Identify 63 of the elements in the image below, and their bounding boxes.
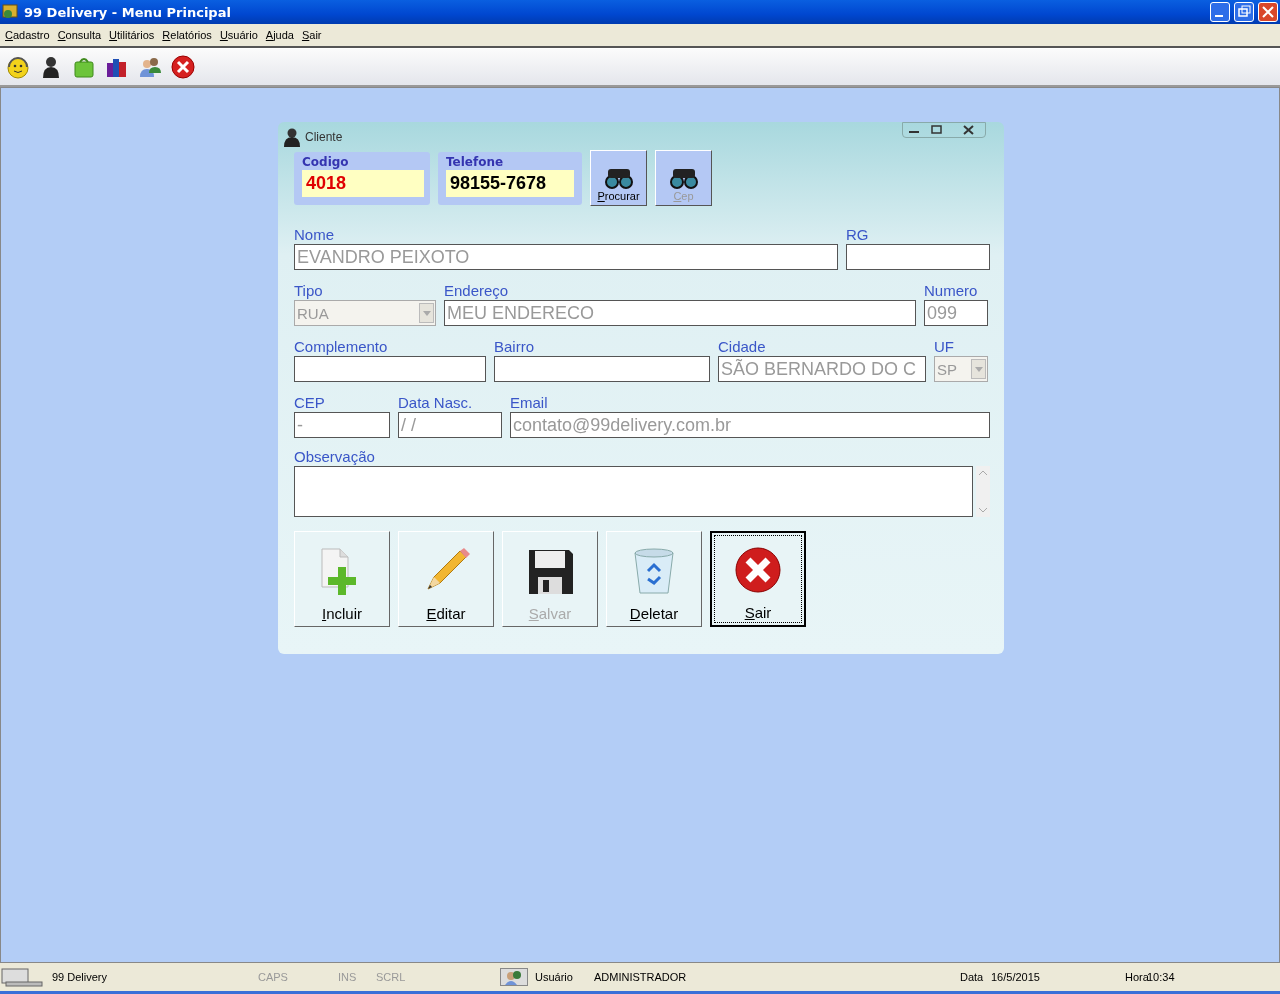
status-text: 99 Delivery [52,971,109,983]
menu-item[interactable]: Relatórios [159,29,215,41]
menu-item[interactable]: Sair [298,29,325,41]
status-text: 16/5/2015 [991,971,1041,983]
input-field[interactable] [494,356,710,382]
phone-field[interactable]: 98155-7678 [446,170,574,197]
binoculars-icon [604,166,633,190]
status-label: Hora [1125,971,1147,983]
toolbar-button[interactable] [6,55,30,79]
field-label: Tipo [294,282,324,300]
action-button[interactable]: Incluir [294,531,390,627]
computer-icon [0,967,44,987]
close-icon[interactable] [961,123,975,136]
key-indicator: SCRL [376,971,407,983]
action-button[interactable]: Deletar [606,531,702,627]
field-label: UF [934,338,955,356]
binoculars-icon [669,166,698,190]
field-label: Complemento [294,338,389,356]
caret-icon [422,310,431,316]
status-text: 10:34 [1147,971,1176,983]
app-icon [2,3,20,21]
users-icon [500,968,528,986]
field-label: Numero [924,282,979,300]
field-label: Cidade [718,338,767,356]
field-label: RG [846,226,870,244]
action-button[interactable]: Sair [710,531,806,627]
shopping-bag-icon [72,55,96,79]
caret-icon [974,366,983,372]
smiley-headset-icon [6,55,30,79]
field-label: Email [510,394,549,412]
menu-item[interactable]: Ajuda [262,29,297,41]
menu-item[interactable]: Consulta [54,29,105,41]
restore-icon[interactable] [929,123,943,136]
action-button[interactable]: Editar [398,531,494,627]
input-field[interactable] [846,244,990,270]
window-title: Cliente [305,130,344,144]
field-label: Codigo [302,155,350,169]
window-title: 99 Delivery - Menu Principal [24,4,232,20]
field-label: Data Nasc. [398,394,474,412]
field-label: Bairro [494,338,535,356]
field-label: Telefone [446,155,505,169]
menu-item[interactable]: Cadastro [2,29,53,41]
search-button[interactable]: Procurar [590,150,647,206]
text-area[interactable] [294,466,973,517]
users-icon [138,55,162,79]
key-indicator: CAPS [258,971,289,983]
key-indicator: INS [338,971,358,983]
code-field[interactable]: 4018 [302,170,424,197]
field-label: Observação [294,448,376,466]
scrollbar[interactable] [976,466,990,517]
toolbar-button[interactable] [171,55,195,79]
field-label: Nome [294,226,335,244]
status-label: Usuário [535,971,574,983]
status-label: Data [960,971,985,983]
close-icon[interactable] [734,546,782,594]
input-field[interactable] [294,356,486,382]
status-text: ADMINISTRADOR [594,971,688,983]
close-icon [171,55,195,79]
field-label: Endereço [444,282,510,300]
menu-item[interactable]: Usuário [216,29,261,41]
field-label: CEP [294,394,326,412]
person-icon [282,127,302,147]
menu-item[interactable]: Utilitários [106,29,158,41]
